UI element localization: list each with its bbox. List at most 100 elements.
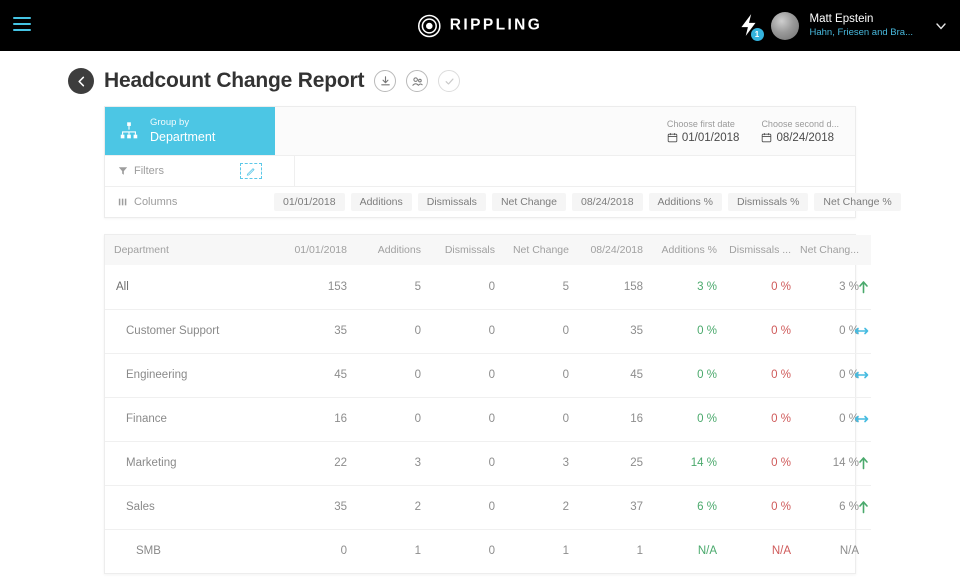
brand-name: RIPPLING xyxy=(449,16,543,34)
check-icon[interactable] xyxy=(438,70,461,92)
table-row[interactable]: Engineering 45 0 0 0 45 0 % 0 % 0 % xyxy=(105,352,871,397)
cell-dismissals_pct: 0 % xyxy=(717,484,791,529)
trend-up-icon xyxy=(859,280,868,294)
headcount-change-table: Department 01/01/2018 Additions Dismissals N… xyxy=(105,235,871,573)
check-glyph xyxy=(445,77,454,85)
filters-label-group: Filters xyxy=(105,165,230,177)
cell-additions_pct: 0 % xyxy=(643,352,717,397)
second-date-selector[interactable]: Choose second d... 08/24/2018 xyxy=(761,119,839,144)
column-header[interactable]: Department xyxy=(105,235,273,265)
column-header[interactable]: Additions % xyxy=(643,235,717,265)
cell-dismissals_pct: 0 % xyxy=(717,308,791,353)
column-header[interactable]: 01/01/2018 xyxy=(273,235,347,265)
cell-additions: 5 xyxy=(414,280,421,293)
cell-net_change: 2 xyxy=(495,484,569,529)
cell-dismissals: 0 xyxy=(421,440,495,485)
first-date-value-row: 01/01/2018 xyxy=(667,131,740,144)
table-header-row: Department 01/01/2018 Additions Dismissals N… xyxy=(105,235,871,265)
cell-end: 37 xyxy=(569,484,643,529)
column-chip[interactable]: Net Change % xyxy=(814,193,901,211)
share-people-icon[interactable] xyxy=(406,70,429,92)
column-header[interactable]: Net Chang... xyxy=(791,235,871,265)
column-chip[interactable]: Net Change xyxy=(491,193,566,211)
column-chip[interactable]: 08/24/2018 xyxy=(571,193,643,211)
cell-net_change: 0 xyxy=(495,396,569,441)
cell-additions: 1 xyxy=(347,528,421,573)
cell-additions_pct: N/A xyxy=(643,528,717,573)
cell-start: 45 xyxy=(273,352,347,397)
share-people-glyph xyxy=(412,76,423,86)
column-chip[interactable]: Additions % xyxy=(648,193,722,211)
trend-flat-icon xyxy=(854,327,869,335)
cell-department: SMB xyxy=(105,528,273,573)
cell-dismissals: 0 xyxy=(421,396,495,441)
cell-start: 35 xyxy=(273,484,347,529)
user-info[interactable]: Matt Epstein Hahn, Friesen and Bra... xyxy=(810,12,914,38)
cell-additions: 3 xyxy=(347,440,421,485)
user-organization: Hahn, Friesen and Bra... xyxy=(809,26,914,38)
column-chip[interactable]: Additions xyxy=(350,193,412,211)
cell-additions_pct: 0 % xyxy=(643,396,717,441)
cell-net_change: 1 xyxy=(495,528,569,573)
column-chip[interactable]: Dismissals % xyxy=(728,193,809,211)
group-by-value: Department xyxy=(150,130,216,145)
trend-up-icon xyxy=(859,501,868,514)
column-header[interactable]: Net Change xyxy=(495,235,569,265)
cell-dismissals_pct: 0 % xyxy=(771,280,791,293)
page-header: Headcount Change Report xyxy=(0,51,960,94)
back-arrow-icon xyxy=(77,76,84,86)
lightning-bolt-icon[interactable]: 1 xyxy=(736,12,764,41)
nav-right-cluster: 1 Matt Epstein Hahn, Friesen and Bra... xyxy=(736,0,949,51)
column-header[interactable]: Dismissals ... xyxy=(717,235,791,265)
table-row[interactable]: SMB 0 1 0 1 1 N/A N/A N/A xyxy=(105,528,871,573)
filters-bar: Filters xyxy=(105,155,855,186)
back-button[interactable] xyxy=(68,68,94,94)
cell-start: 35 xyxy=(273,308,347,353)
cell-additions: 2 xyxy=(347,484,421,529)
cell-net_change: 0 xyxy=(495,308,569,353)
cell-dismissals_pct: 0 % xyxy=(717,352,791,397)
group-by-selector[interactable]: Group by Department xyxy=(105,107,275,155)
table-row[interactable]: Sales 35 2 0 2 37 6 % 0 % 6 % xyxy=(105,484,871,529)
download-icon[interactable] xyxy=(374,70,397,92)
cell-end: 158 xyxy=(623,280,643,293)
column-chip[interactable]: 01/01/2018 xyxy=(274,193,345,211)
cell-start: 0 xyxy=(273,528,347,573)
table-body: All 153 5 0 5 158 3 % 0 % 3 % Customer Support 35 0… xyxy=(105,265,871,573)
avatar[interactable] xyxy=(770,11,799,40)
table-row[interactable]: Customer Support 35 0 0 0 35 0 % 0 % 0 % xyxy=(105,308,871,353)
cell-department: Sales xyxy=(105,484,273,529)
net-change-pct-value: 3 % xyxy=(839,280,859,293)
cell-net_change: 5 xyxy=(562,280,569,293)
trend-flat-icon xyxy=(854,415,869,423)
group-by-label: Group by xyxy=(150,116,190,128)
cell-additions_pct: 0 % xyxy=(643,308,717,353)
columns-bar: Columns 01/01/2018 Additions Dismissals Net… xyxy=(105,186,901,217)
filters-edit-button[interactable] xyxy=(240,163,262,179)
chevron-down-icon[interactable] xyxy=(934,19,948,33)
cell-additions: 0 xyxy=(347,308,421,353)
second-date-value-row: 08/24/2018 xyxy=(761,132,839,144)
cell-additions_pct: 3 % xyxy=(697,280,717,293)
hamburger-menu-icon[interactable] xyxy=(13,17,31,31)
column-header[interactable]: 08/24/2018 xyxy=(569,235,643,265)
calendar-icon xyxy=(667,133,678,143)
table-row[interactable]: Finance 16 0 0 0 16 0 % 0 % 0 % xyxy=(105,396,871,441)
column-chip[interactable]: Dismissals xyxy=(417,193,486,211)
column-header[interactable]: Additions xyxy=(347,235,421,265)
headcount-table-container: Department 01/01/2018 Additions Dismissals N… xyxy=(104,234,871,574)
column-header[interactable]: Dismissals xyxy=(421,235,495,265)
bolt-badge-count: 1 xyxy=(750,27,764,41)
first-date-value: 01/01/2018 xyxy=(681,131,740,144)
first-date-label: Choose first date xyxy=(666,118,735,129)
trend-up-icon xyxy=(859,457,868,470)
cell-department: Finance xyxy=(105,396,273,441)
first-date-selector[interactable]: Choose first date 01/01/2018 xyxy=(667,119,740,144)
table-row[interactable]: All 153 5 0 5 158 3 % 0 % 3 % xyxy=(105,265,871,309)
table-header: Department 01/01/2018 Additions Dismissals N… xyxy=(105,235,871,265)
group-by-bar: Group by Department Choose first date 01… xyxy=(105,107,855,155)
column-chip-list: 01/01/2018 Additions Dismissals Net Change 0… xyxy=(262,193,901,211)
cell-end: 45 xyxy=(569,352,643,397)
table-row[interactable]: Marketing 22 3 0 3 25 14 % 0 % 14 % xyxy=(105,440,871,485)
cell-start: 16 xyxy=(273,396,347,441)
